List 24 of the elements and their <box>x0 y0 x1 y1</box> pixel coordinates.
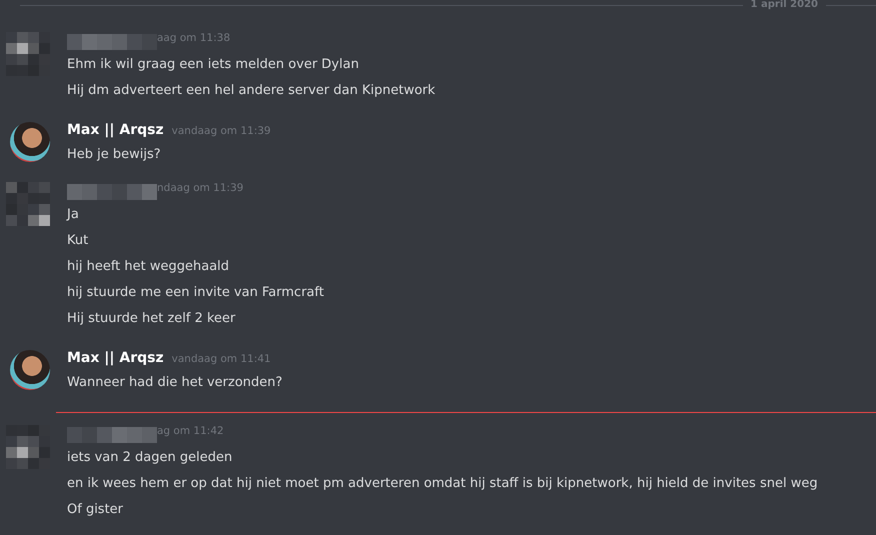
message-text: iets van 2 dagen geleden <box>67 449 234 467</box>
timestamp: aag om 11:38 <box>157 32 230 44</box>
message-text: Hij stuurde het zelf 2 keer <box>67 310 236 328</box>
message-text: hij stuurde me een invite van Farmcraft <box>67 284 324 302</box>
avatar-photo[interactable] <box>10 122 50 162</box>
timestamp: ndaag om 11:39 <box>157 182 244 194</box>
message-text: Heb je bewijs? <box>67 146 162 164</box>
message-text: Kut <box>67 232 90 250</box>
message-text: Wanneer had die het verzonden? <box>67 374 282 392</box>
username[interactable]: Max || Arqsz <box>67 350 164 366</box>
message-text: en ik wees hem er op dat hij niet moet pm adverteren omdat hij staff is bij kipnetwork, hij hield de invites snel weg <box>67 475 818 493</box>
timestamp: vandaag om 11:41 <box>172 353 271 365</box>
message-text: Ehm ik wil graag een iets melden over Dylan <box>67 56 360 74</box>
avatar-photo[interactable] <box>10 350 50 390</box>
timestamp: ag om 11:42 <box>157 425 224 437</box>
message-text: Hij dm adverteert een hel andere server dan Kipnetwork <box>67 82 436 100</box>
pixelated-avatar <box>6 182 50 226</box>
timestamp: vandaag om 11:39 <box>172 125 271 137</box>
message-text: Ja <box>67 206 80 224</box>
pixelated-avatar <box>6 425 50 469</box>
message-text: Of gister <box>67 501 124 519</box>
message-text: hij heeft het weggehaald <box>67 258 230 276</box>
username[interactable]: Max || Arqsz <box>67 122 164 138</box>
pixelated-avatar <box>6 32 50 76</box>
